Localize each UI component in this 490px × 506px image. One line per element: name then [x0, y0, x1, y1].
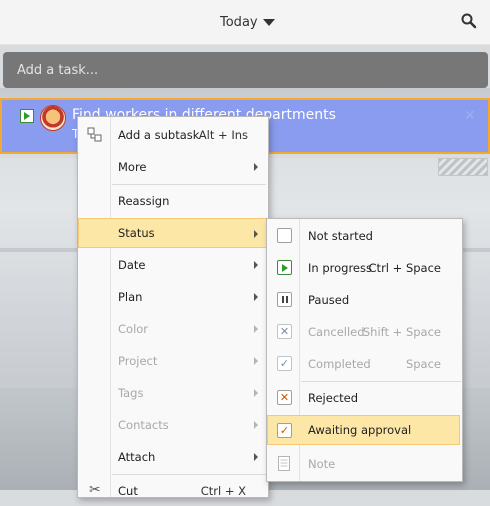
menu-item-label: Color	[118, 322, 149, 336]
submenu-arrow-icon	[254, 453, 258, 461]
menu-item-label: Attach	[118, 450, 156, 464]
status-cancelled[interactable]: ✕ Cancelled Shift + Space	[268, 317, 461, 347]
status-submenu: Not started In progress Ctrl + Space Pau…	[266, 218, 463, 482]
submenu-arrow-icon	[254, 357, 258, 365]
status-label: In progress	[308, 261, 372, 275]
status-label: Note	[308, 457, 336, 471]
menu-item-label: Add a subtask	[118, 128, 200, 142]
menu-separator	[112, 184, 266, 185]
menu-item-label: Date	[118, 258, 146, 272]
rejected-x-icon: ✕	[277, 390, 292, 405]
menu-item-cut[interactable]: ✂ Cut Ctrl + X	[79, 476, 266, 506]
menu-item-status[interactable]: Status	[78, 218, 267, 248]
menu-item-label: More	[118, 160, 147, 174]
cancel-x-icon: ✕	[277, 324, 292, 339]
menu-item-label: Cut	[118, 484, 138, 498]
menu-separator	[112, 474, 266, 475]
menu-item-color[interactable]: Color	[79, 314, 266, 344]
context-menu: Add a subtask Alt + Ins More Reassign St…	[77, 116, 269, 498]
menu-item-plan[interactable]: Plan	[79, 282, 266, 312]
status-awaiting-approval[interactable]: ✓ Awaiting approval	[267, 415, 460, 445]
status-completed[interactable]: ✓ Completed Space	[268, 349, 461, 379]
add-subtask-icon	[87, 127, 102, 142]
status-label: Rejected	[308, 391, 359, 405]
menu-item-date[interactable]: Date	[79, 250, 266, 280]
status-label: Not started	[308, 229, 373, 243]
date-filter-dropdown[interactable]: Today	[220, 13, 275, 31]
menu-item-attach[interactable]: Attach	[79, 442, 266, 472]
add-task-input[interactable]: Add a task...	[3, 52, 488, 88]
submenu-arrow-icon	[254, 230, 258, 238]
menu-item-reassign[interactable]: Reassign	[79, 186, 266, 216]
submenu-arrow-icon	[254, 163, 258, 171]
search-icon[interactable]	[460, 12, 478, 30]
pause-icon	[277, 292, 292, 307]
status-shortcut: Shift + Space	[362, 325, 441, 339]
menu-item-label: Reassign	[118, 194, 170, 208]
menu-item-shortcut: Alt + Ins	[198, 128, 248, 142]
top-bar: Today	[0, 0, 490, 45]
awaiting-check-icon: ✓	[277, 423, 292, 438]
status-in-progress[interactable]: In progress Ctrl + Space	[268, 253, 461, 283]
menu-item-label: Contacts	[118, 418, 169, 432]
date-filter-label: Today	[220, 14, 258, 30]
menu-item-project[interactable]: Project	[79, 346, 266, 376]
status-paused[interactable]: Paused	[268, 285, 461, 315]
avatar	[40, 105, 66, 131]
menu-item-label: Status	[118, 226, 155, 240]
status-label: Awaiting approval	[308, 423, 412, 437]
submenu-arrow-icon	[254, 261, 258, 269]
play-icon	[277, 260, 292, 275]
submenu-separator	[301, 381, 461, 382]
submenu-arrow-icon	[254, 389, 258, 397]
status-not-started[interactable]: Not started	[268, 221, 461, 251]
menu-item-add-subtask[interactable]: Add a subtask Alt + Ins	[79, 120, 266, 150]
submenu-arrow-icon	[254, 293, 258, 301]
menu-item-label: Plan	[118, 290, 143, 304]
submenu-arrow-icon	[254, 421, 258, 429]
scissors-icon: ✂	[89, 482, 101, 498]
menu-item-more[interactable]: More	[79, 152, 266, 182]
menu-item-label: Tags	[118, 386, 144, 400]
menu-item-tags[interactable]: Tags	[79, 378, 266, 408]
menu-item-shortcut: Ctrl + X	[200, 484, 246, 498]
ceiling-vent	[438, 158, 488, 176]
status-shortcut: Space	[405, 357, 441, 371]
add-task-placeholder: Add a task...	[17, 62, 99, 78]
menu-item-label: Project	[118, 354, 158, 368]
status-note[interactable]: Note	[268, 449, 461, 479]
menu-item-contacts[interactable]: Contacts	[79, 410, 266, 440]
status-label: Paused	[308, 293, 350, 307]
status-label: Cancelled	[308, 325, 365, 339]
submenu-arrow-icon	[254, 325, 258, 333]
close-icon[interactable]: ✕	[464, 108, 476, 124]
play-status-icon[interactable]	[20, 109, 34, 123]
status-rejected[interactable]: ✕ Rejected	[268, 383, 461, 413]
caret-down-icon	[262, 18, 275, 26]
note-icon	[278, 456, 290, 471]
status-label: Completed	[308, 357, 371, 371]
empty-checkbox-icon	[277, 228, 292, 243]
checkmark-icon: ✓	[277, 356, 292, 371]
status-shortcut: Ctrl + Space	[368, 261, 441, 275]
